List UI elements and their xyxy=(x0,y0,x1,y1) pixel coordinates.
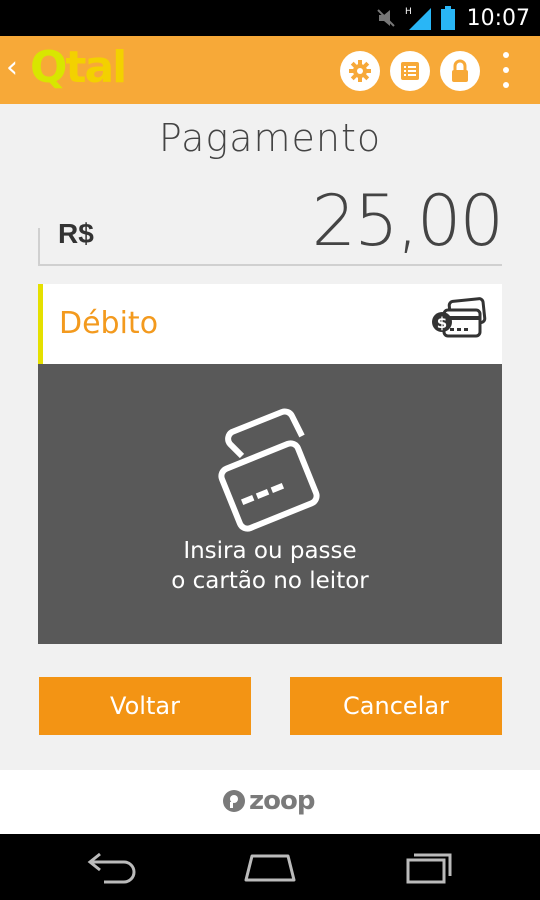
back-nav-icon[interactable] xyxy=(86,848,138,884)
instruction-line-2: o cartão no leitor xyxy=(171,568,369,594)
cancel-button[interactable]: Cancelar xyxy=(290,677,502,735)
zoop-brand: zoop xyxy=(249,786,315,816)
svg-text:$: $ xyxy=(437,314,447,332)
recents-nav-icon[interactable] xyxy=(404,848,454,884)
receipt-list-icon xyxy=(401,62,419,80)
svg-text:H: H xyxy=(405,7,412,17)
logo-tal: tal xyxy=(65,42,127,93)
status-time: 10:07 xyxy=(466,5,530,31)
footer: zoop xyxy=(0,770,540,834)
card-payment-icon: $ xyxy=(432,297,487,338)
battery-icon xyxy=(440,6,455,30)
amount-value: 25,00 xyxy=(311,180,504,262)
status-icons: H 10:07 xyxy=(375,4,530,32)
payment-type-label: Débito xyxy=(59,306,159,341)
lock-icon xyxy=(452,59,468,82)
settings-icon xyxy=(349,60,371,82)
mute-icon xyxy=(376,9,395,27)
overflow-menu-icon[interactable] xyxy=(502,52,510,88)
payment-type-header[interactable]: Débito $ xyxy=(38,284,502,364)
signal-icon: H xyxy=(405,7,431,30)
home-nav-icon[interactable] xyxy=(242,848,298,884)
app-bar: ‹ Qtal xyxy=(0,36,540,104)
lock-button[interactable] xyxy=(440,51,480,91)
qtal-logo[interactable]: Qtal xyxy=(30,42,127,93)
zoop-logo: zoop xyxy=(222,786,315,816)
zoop-mark-icon xyxy=(223,790,245,812)
amount-field[interactable]: R$ 25,00 xyxy=(38,180,504,266)
navigation-bar xyxy=(0,834,540,900)
currency-label: R$ xyxy=(58,218,94,249)
card-reader-area: Insira ou passe o cartão no leitor xyxy=(38,364,502,644)
overflow-dot xyxy=(503,82,509,88)
overflow-dot xyxy=(503,52,509,58)
instruction-line-1: Insira ou passe xyxy=(183,538,357,564)
page-title: Pagamento xyxy=(158,116,382,160)
back-button[interactable]: Voltar xyxy=(39,677,251,735)
back-icon[interactable]: ‹ xyxy=(6,50,18,85)
status-bar: H 10:07 xyxy=(0,0,540,36)
settings-button[interactable] xyxy=(340,51,380,91)
transactions-button[interactable] xyxy=(390,51,430,91)
card-instruction: Insira ou passe o cartão no leitor xyxy=(38,536,502,596)
card-swipe-icon xyxy=(218,408,320,532)
card-panel: Débito $ Insira ou passe o cartão no lei… xyxy=(38,284,502,644)
overflow-dot xyxy=(503,67,509,73)
logo-q: Q xyxy=(30,42,67,93)
